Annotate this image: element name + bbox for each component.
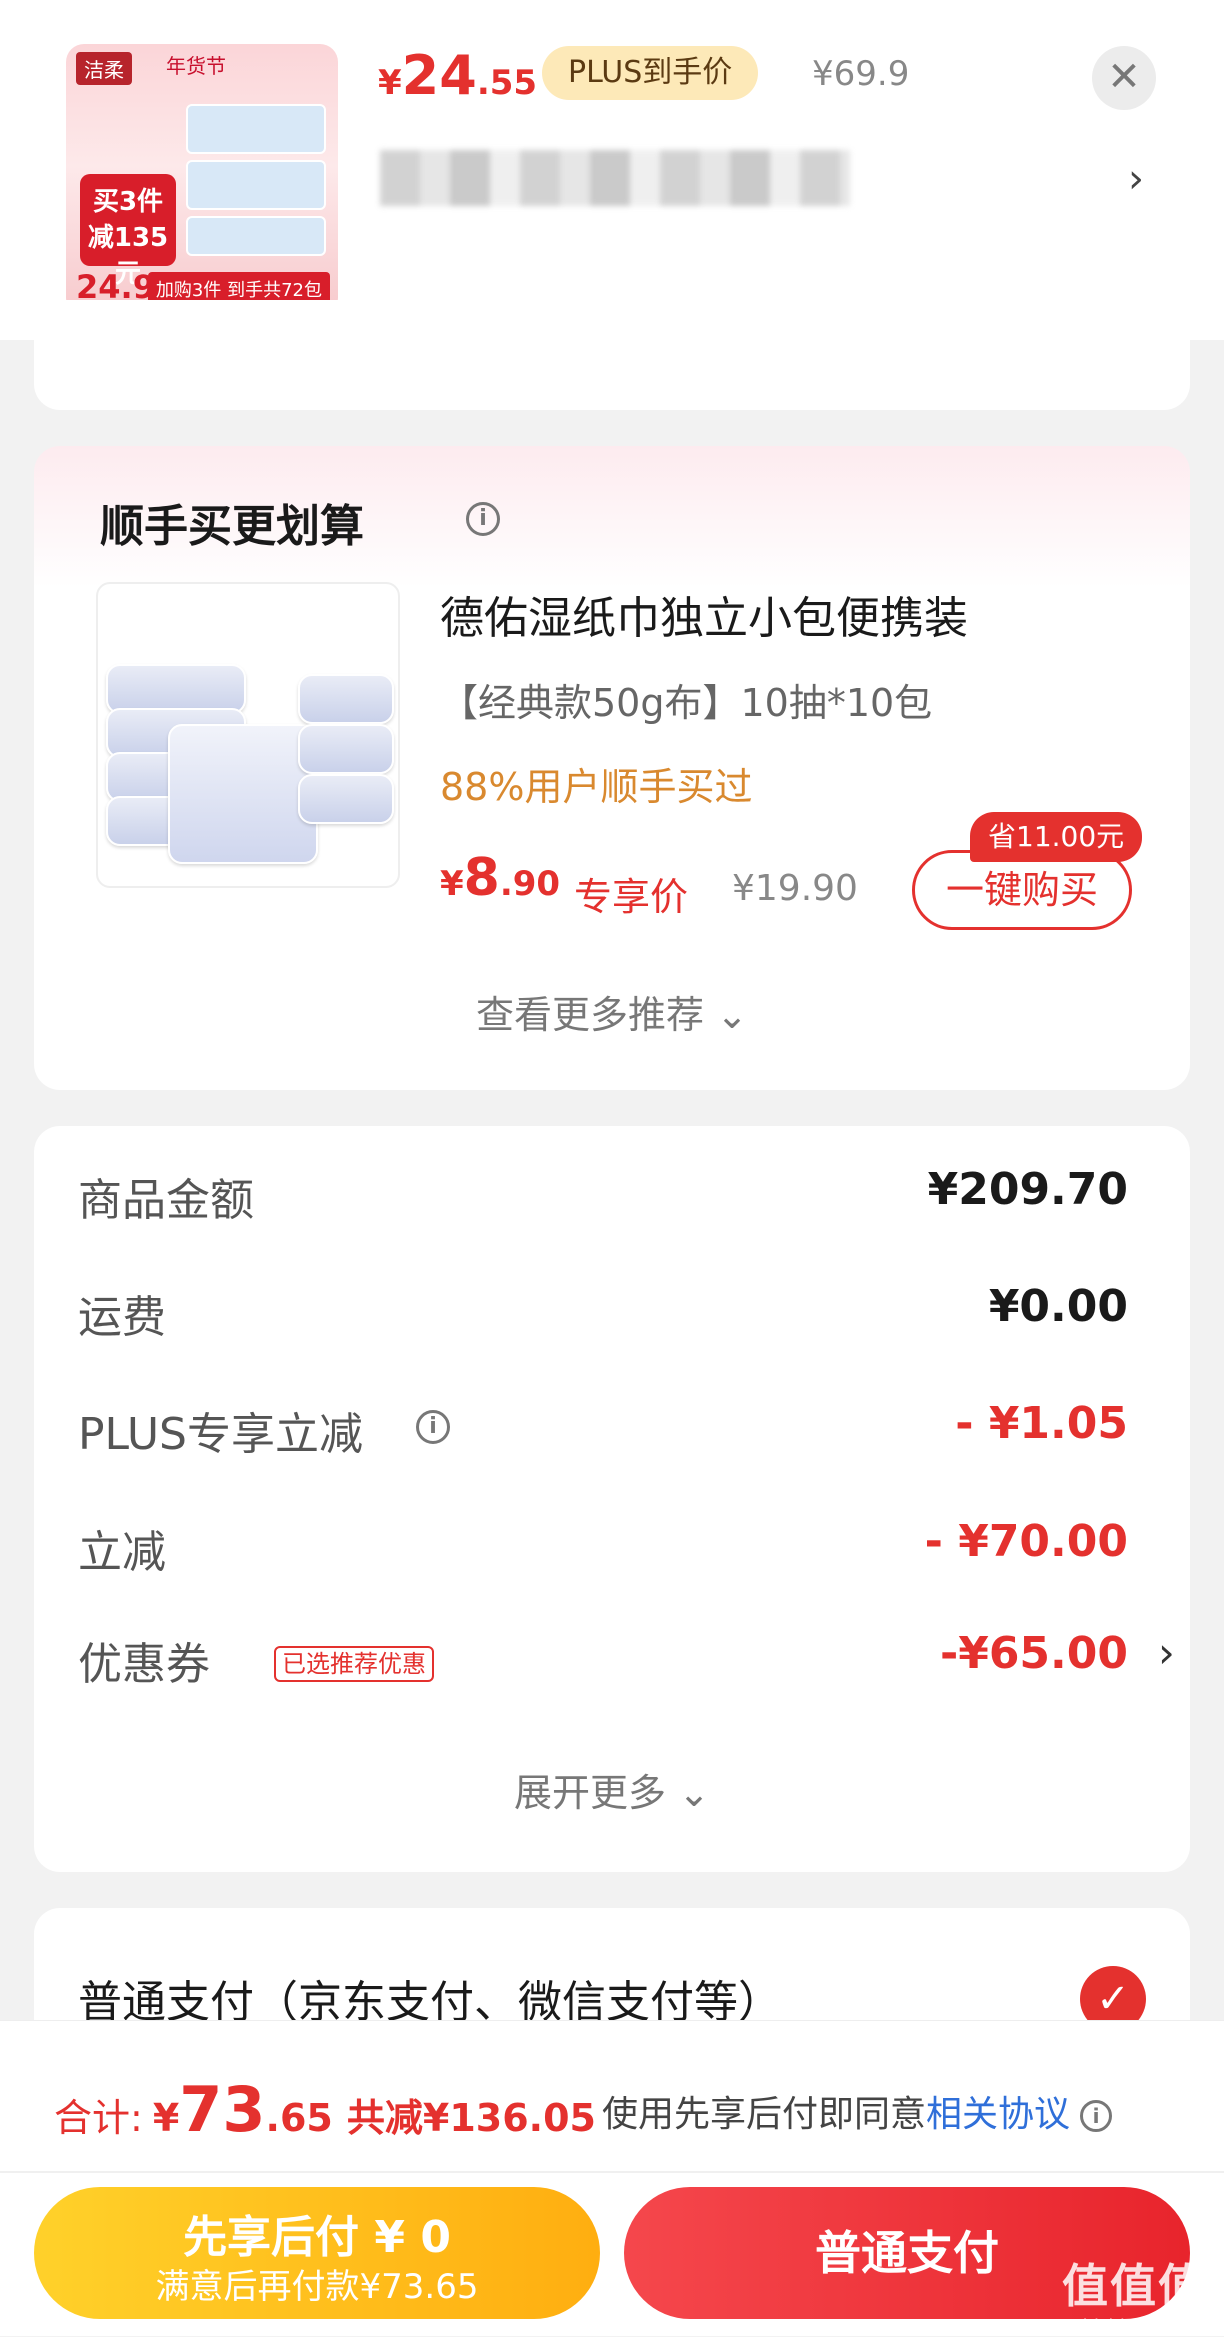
checkout-bar: 合计: ¥ 73 .65 共减¥136.05 使用先享后付即同意相关协议 i 先享… — [0, 2020, 1224, 2336]
pay-later-title: 先享后付 ¥ 0 — [183, 2212, 451, 2263]
price-decimal: .55 — [476, 63, 538, 103]
close-icon: ✕ — [1107, 54, 1141, 100]
watermark: 值值值 zhizhizhi.com — [1062, 2250, 1206, 2337]
recommend-panel: 顺手买更划算 i 德佑湿纸巾独立小包便携装 【经典款50g布】10抽*10包 8… — [34, 446, 1190, 1090]
chevron-right-icon[interactable]: › — [1158, 1628, 1175, 1677]
amount-value: ¥209.70 — [927, 1164, 1128, 1215]
more-recommendations-link[interactable]: 查看更多推荐 ⌄ — [34, 984, 1190, 1039]
recommend-price-currency: ¥ — [440, 864, 464, 904]
thumb-festival: 年货节 — [166, 54, 226, 78]
original-price: ¥69.9 — [812, 54, 910, 94]
amount-value: -¥65.00 — [939, 1628, 1128, 1679]
agreement-link[interactable]: 相关协议 — [926, 2094, 1070, 2135]
recommend-price-decimal: .90 — [499, 864, 561, 904]
wipes-pack-image — [298, 774, 394, 824]
blurred-product-title — [380, 150, 850, 206]
amount-label: 运费 — [78, 1292, 166, 1343]
order-section-bottom — [34, 300, 1190, 410]
watermark-sub: zhizhizhi.com — [1073, 2316, 1195, 2337]
amount-value: ¥0.00 — [988, 1281, 1128, 1332]
agreement-text: 使用先享后付即同意相关协议 i — [602, 2085, 1113, 2137]
one-click-buy-button[interactable]: 一键购买 — [912, 850, 1132, 930]
amount-row-coupon[interactable]: 优惠券 已选推荐优惠 -¥65.00 › — [78, 1628, 1175, 1690]
order-total: 合计: ¥ 73 .65 共减¥136.05 — [54, 2073, 596, 2146]
tissue-pack-image — [186, 160, 326, 210]
product-thumbnail[interactable]: 洁柔 年货节 买3件 减135元 24.9 加购3件 到手共72包 — [66, 44, 338, 316]
info-icon[interactable]: i — [416, 1410, 450, 1444]
info-icon[interactable]: i — [1080, 2100, 1113, 2132]
total-currency: ¥ — [152, 2096, 180, 2140]
recommend-thumbnail[interactable] — [96, 582, 400, 888]
plus-price-badge: PLUS到手价 — [542, 46, 759, 100]
recommend-price-integer: 8 — [463, 848, 500, 908]
total-saved: 共减¥136.05 — [346, 2096, 596, 2140]
amount-value: - ¥70.00 — [924, 1516, 1128, 1567]
recommend-original-price: ¥19.90 — [732, 868, 858, 909]
tissue-pack-image — [186, 104, 326, 154]
product-card: 洁柔 年货节 买3件 减135元 24.9 加购3件 到手共72包 ¥ 24 .… — [0, 0, 1224, 340]
amount-label: PLUS专享立减 — [78, 1409, 363, 1460]
product-price: ¥ 24 .55 — [378, 44, 538, 107]
recommend-price: ¥ 8 .90 — [440, 848, 560, 908]
wipes-pack-image — [106, 664, 246, 714]
amount-row-instant-discount: 立减 - ¥70.00 — [78, 1516, 1128, 1578]
exclusive-price-label: 专享价 — [574, 875, 689, 919]
recommend-title-text: 顺手买更划算 — [100, 501, 364, 552]
close-button[interactable]: ✕ — [1092, 46, 1156, 110]
tissue-pack-image — [186, 216, 326, 256]
divider — [0, 2171, 1224, 2173]
amount-row-goods: 商品金额 ¥209.70 — [78, 1164, 1128, 1226]
pay-later-subtitle: 满意后再付款¥73.65 — [155, 2267, 479, 2307]
recommend-product-spec: 【经典款50g布】10抽*10包 — [440, 681, 933, 725]
thumb-brand: 洁柔 — [76, 52, 132, 85]
amount-value: - ¥1.05 — [955, 1398, 1128, 1449]
pay-later-button[interactable]: 先享后付 ¥ 0 满意后再付款¥73.65 — [34, 2187, 600, 2319]
order-amounts-panel: 商品金额 ¥209.70 运费 ¥0.00 PLUS专享立减 i - ¥1.05… — [34, 1126, 1190, 1872]
chevron-right-icon[interactable]: › — [1128, 156, 1144, 202]
recommend-product-name[interactable]: 德佑湿纸巾独立小包便携装 — [440, 582, 968, 646]
price-integer: 24 — [401, 44, 477, 107]
thumb-promo: 买3件 减135元 — [80, 174, 176, 289]
agreement-prefix: 使用先享后付即同意 — [602, 2094, 927, 2135]
amount-label: 商品金额 — [78, 1175, 254, 1226]
amount-row-plus-discount: PLUS专享立减 i - ¥1.05 — [78, 1398, 1128, 1460]
wipes-pack-image — [298, 674, 394, 724]
recommend-users-bought: 88%用户顺手买过 — [440, 765, 753, 809]
recommend-title: 顺手买更划算 i — [100, 490, 500, 554]
amount-row-shipping: 运费 ¥0.00 — [78, 1281, 1128, 1343]
watermark-main: 值值值 — [1062, 2259, 1206, 2313]
wipes-pack-image — [298, 724, 394, 774]
total-integer: 73 — [179, 2073, 266, 2146]
info-icon[interactable]: i — [466, 502, 500, 536]
coupon-selected-chip: 已选推荐优惠 — [274, 1646, 434, 1682]
expand-more-link[interactable]: 展开更多 ⌄ — [34, 1762, 1190, 1817]
save-amount-tag: 省11.00元 — [970, 812, 1143, 862]
total-label: 合计: — [54, 2096, 143, 2140]
wipes-pack-image — [168, 724, 318, 864]
amount-label: 立减 — [78, 1527, 166, 1578]
amount-label: 优惠券 — [78, 1639, 210, 1690]
total-decimal: .65 — [265, 2096, 333, 2140]
price-currency: ¥ — [378, 63, 402, 103]
